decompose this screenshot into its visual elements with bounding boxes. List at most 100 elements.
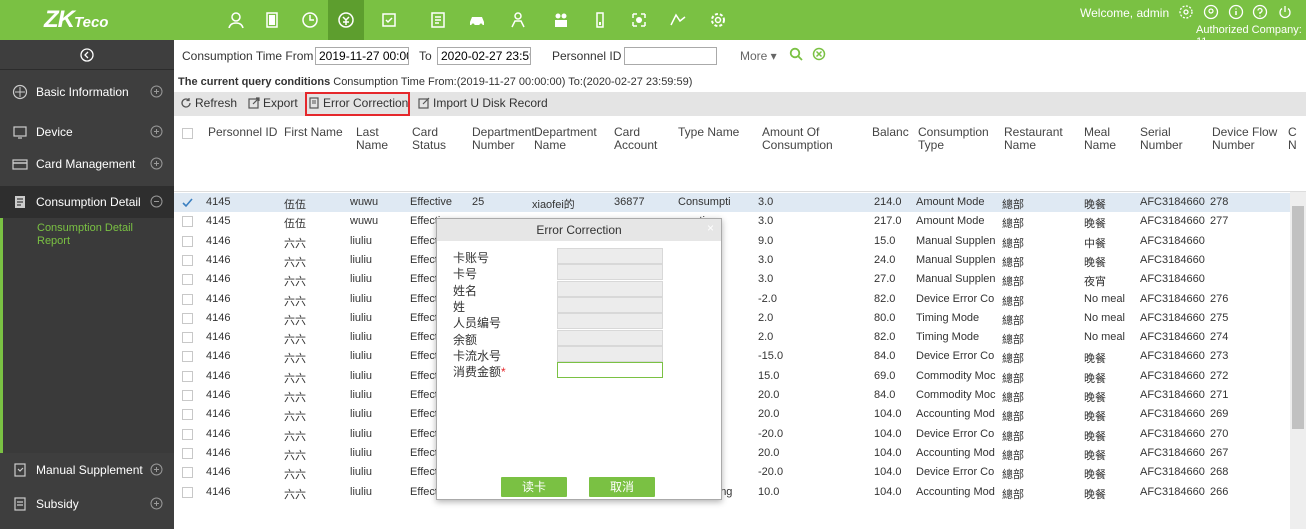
column-header[interactable]: Card Account: [614, 126, 672, 152]
sidebar-subitem-label: Consumption Detail Report: [37, 222, 133, 247]
parking-icon[interactable]: [423, 5, 453, 35]
settings-icon[interactable]: [703, 5, 733, 35]
expand-icon[interactable]: [150, 85, 163, 98]
collapse-section-icon[interactable]: [150, 195, 163, 208]
expand-icon[interactable]: [150, 497, 163, 510]
visitor-icon[interactable]: [546, 5, 576, 35]
more-dropdown[interactable]: More ▾: [740, 49, 777, 63]
table-row[interactable]: 4146六六liuliuEffectiumpti15.069.0Commodit…: [174, 367, 1290, 386]
gear-icon[interactable]: [1178, 4, 1194, 20]
sidebar-item-card-management[interactable]: Card Management: [0, 148, 174, 180]
table-cell: 273: [1210, 350, 1229, 363]
cancel-button[interactable]: 取消: [589, 477, 655, 497]
clock-icon[interactable]: [295, 5, 325, 35]
row-checkbox[interactable]: [182, 216, 193, 228]
column-header[interactable]: Department Number: [472, 126, 535, 152]
row-checkbox[interactable]: [182, 197, 193, 208]
refresh-button[interactable]: Refresh: [180, 96, 237, 110]
dialog-field-input[interactable]: [557, 362, 663, 379]
table-cell: Device Error Co: [916, 466, 995, 479]
sidebar-item-manual-supplement[interactable]: Manual Supplement: [0, 454, 174, 486]
table-cell: 總部: [1002, 256, 1024, 269]
column-header[interactable]: Card Status: [412, 126, 466, 152]
table-row[interactable]: 4146六六liuliuEffectiumpti2.082.0Timing Mo…: [174, 328, 1290, 347]
column-header[interactable]: Last Name: [356, 126, 406, 152]
select-all-checkbox[interactable]: [182, 128, 193, 139]
time-from-input[interactable]: [315, 47, 409, 65]
export-button[interactable]: Export: [248, 96, 298, 110]
expand-icon[interactable]: [150, 125, 163, 138]
column-header[interactable]: Personnel ID: [208, 126, 278, 139]
column-header[interactable]: C N: [1288, 126, 1304, 152]
table-row[interactable]: 4146六六liuliuEffectiCorre-20.0104.0Device…: [174, 463, 1290, 482]
table-row[interactable]: 4146六六liuliuEffectilemer3.024.0Manual Su…: [174, 251, 1290, 270]
account-icon[interactable]: [1203, 4, 1219, 20]
sidebar-collapse-button[interactable]: [0, 40, 174, 70]
attendance-icon[interactable]: [374, 5, 404, 35]
expand-icon[interactable]: [150, 463, 163, 476]
column-header[interactable]: Consumption Type: [918, 126, 998, 152]
table-row[interactable]: 4146六六liuliuEffectiumpti2.080.0Timing Mo…: [174, 309, 1290, 328]
table-row[interactable]: 4146六六liuliuEffectilemer3.027.0Manual Su…: [174, 270, 1290, 289]
table-row[interactable]: 4145伍伍wuwuEffectiumpti3.0217.0Amount Mod…: [174, 212, 1290, 231]
elevator-icon[interactable]: [503, 5, 533, 35]
table-row[interactable]: 4146六六liuliuEffectiunting20.0104.0Accoun…: [174, 405, 1290, 424]
row-checkbox[interactable]: [182, 390, 193, 401]
row-checkbox[interactable]: [182, 274, 193, 286]
table-row[interactable]: 4146六六liuliuEffectiCorre-20.0104.0Device…: [174, 425, 1290, 444]
column-header[interactable]: Amount Of Consumption: [762, 126, 866, 152]
row-checkbox[interactable]: [182, 332, 193, 344]
row-checkbox[interactable]: [182, 486, 193, 498]
row-checkbox[interactable]: [182, 254, 193, 266]
table-row[interactable]: 4146六六liuliuEffectilemer9.015.0Manual Su…: [174, 232, 1290, 251]
row-checkbox[interactable]: [182, 370, 193, 382]
help-icon[interactable]: [1252, 4, 1268, 20]
scrollbar-thumb[interactable]: [1292, 206, 1304, 429]
import-udisk-button[interactable]: Import U Disk Record: [418, 96, 548, 110]
column-header[interactable]: Balanc: [872, 126, 912, 139]
column-header[interactable]: Device Flow Number: [1212, 126, 1282, 152]
face-icon[interactable]: [624, 5, 654, 35]
info-icon[interactable]: [1228, 4, 1244, 20]
close-icon[interactable]: ×: [707, 221, 721, 237]
row-checkbox[interactable]: [182, 467, 193, 479]
power-icon[interactable]: [1277, 4, 1293, 20]
video-icon[interactable]: [585, 5, 615, 35]
row-checkbox[interactable]: [182, 447, 193, 459]
table-cell: 晚餐: [1084, 430, 1106, 443]
column-header[interactable]: Meal Name: [1084, 126, 1134, 152]
column-header[interactable]: First Name: [284, 126, 350, 139]
time-to-input[interactable]: [437, 47, 531, 65]
car-icon[interactable]: [462, 5, 492, 35]
column-header[interactable]: Department Name: [534, 126, 608, 152]
sidebar-subitem-consumption-detail-report[interactable]: Consumption Detail Report: [0, 218, 174, 453]
row-checkbox[interactable]: [182, 409, 193, 421]
sidebar-item-subsidy[interactable]: Subsidy: [0, 488, 174, 520]
read-card-button[interactable]: 读卡: [501, 477, 567, 497]
table-row[interactable]: 4146六六liuliuEffective25xiaofei的200Accoun…: [174, 483, 1290, 502]
row-checkbox[interactable]: [182, 235, 193, 247]
table-row[interactable]: 4146六六liuliuEffectiCorre-15.084.0Device …: [174, 347, 1290, 366]
sidebar-item-consumption-detail[interactable]: Consumption Detail: [0, 186, 174, 218]
search-icon[interactable]: [789, 47, 803, 61]
table-row[interactable]: 4146六六liuliuEffectiumpti20.084.0Commodit…: [174, 386, 1290, 405]
consumption-icon[interactable]: [328, 0, 364, 40]
door-icon[interactable]: [257, 5, 287, 35]
user-icon[interactable]: [221, 5, 251, 35]
sidebar-item-basic-information[interactable]: Basic Information: [0, 76, 174, 108]
table-row[interactable]: 4146六六liuliuEffectiCorre-2.082.0Device E…: [174, 290, 1290, 309]
patrol-icon[interactable]: [663, 5, 693, 35]
column-header[interactable]: Serial Number: [1140, 126, 1206, 152]
row-checkbox[interactable]: [182, 312, 193, 324]
table-row[interactable]: 4145 伍伍 wuwu Effective 25 xiaofei的 36877 Consum…: [174, 193, 1290, 212]
table-row[interactable]: 4146六六liuliuEffectiunting20.0104.0Accoun…: [174, 444, 1290, 463]
row-checkbox[interactable]: [182, 351, 193, 363]
sidebar-item-device[interactable]: Device: [0, 116, 174, 148]
personnel-id-input[interactable]: [624, 47, 717, 65]
column-header[interactable]: Restaurant Name: [1004, 126, 1078, 152]
row-checkbox[interactable]: [182, 293, 193, 305]
column-header[interactable]: Type Name: [678, 126, 756, 139]
row-checkbox[interactable]: [182, 428, 193, 440]
expand-icon[interactable]: [150, 157, 163, 170]
clear-icon[interactable]: [812, 47, 826, 61]
